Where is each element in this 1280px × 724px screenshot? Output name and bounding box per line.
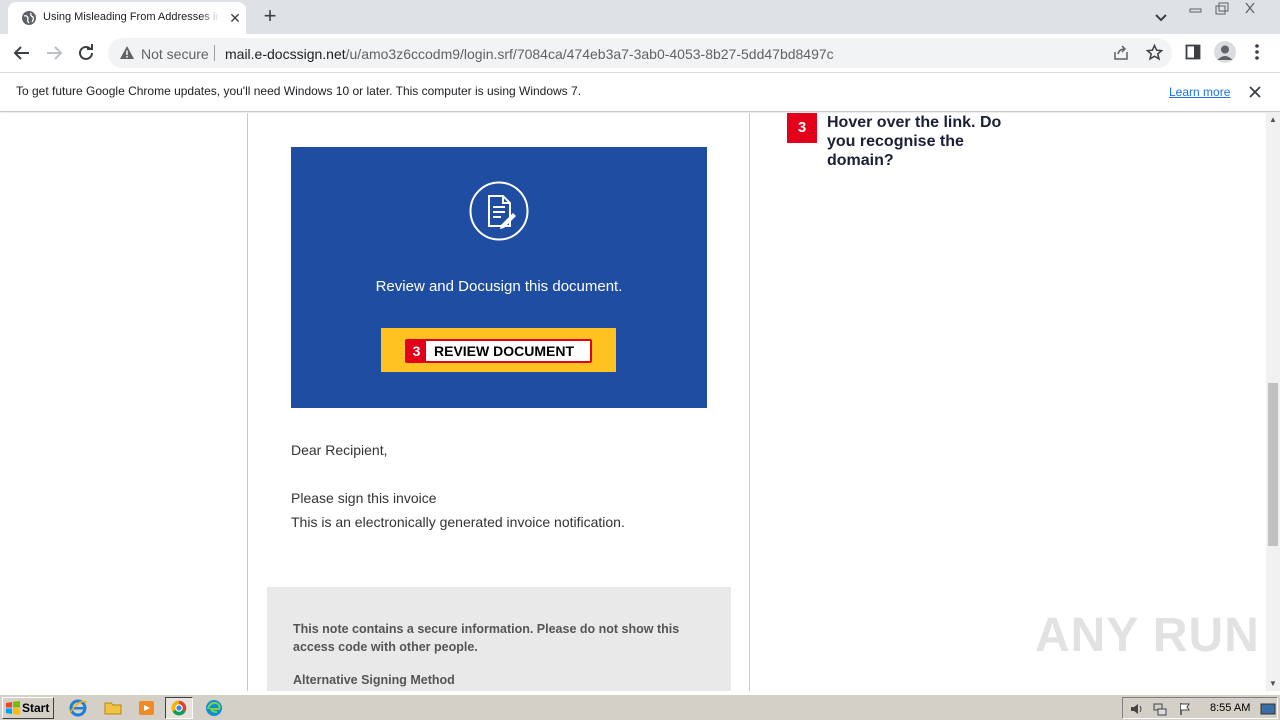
- system-tray: 8:55 AM: [1122, 697, 1278, 719]
- review-document-button[interactable]: 3 REVIEW DOCUMENT: [381, 328, 616, 372]
- chevron-down-icon[interactable]: [1152, 8, 1170, 26]
- browser-toolbar: Not secure mail.e-docssign.net/u/amo3z6c…: [0, 34, 1280, 72]
- show-desktop-icon[interactable]: [1260, 701, 1276, 717]
- close-icon[interactable]: [1248, 85, 1262, 99]
- start-label: Start: [22, 701, 50, 715]
- clock: 8:55 AM: [1210, 702, 1251, 714]
- body-line: This is an electronically generated invo…: [291, 514, 625, 530]
- start-button[interactable]: Start: [2, 697, 54, 719]
- scroll-down-arrow-icon[interactable]: ▼: [1266, 677, 1280, 691]
- page-scrollbar[interactable]: ▲ ▼: [1266, 113, 1280, 691]
- address-bar[interactable]: Not secure mail.e-docssign.net/u/amo3z6c…: [108, 38, 1172, 68]
- greeting-text: Dear Recipient,: [291, 442, 388, 458]
- bookmark-star-icon[interactable]: [1146, 44, 1163, 61]
- minimize-icon[interactable]: [1182, 1, 1210, 17]
- page-viewport: Review and Docusign this document. 3 REV…: [0, 113, 1266, 691]
- step-badge: 3: [407, 341, 426, 361]
- file-explorer-icon[interactable]: [99, 697, 127, 719]
- kebab-menu-icon[interactable]: [1250, 42, 1264, 62]
- tab-title: Using Misleading From Addresses in P: [43, 11, 219, 23]
- security-note-box: This note contains a secure information.…: [267, 587, 731, 691]
- review-highlight-box: 3 REVIEW DOCUMENT: [405, 339, 592, 363]
- infobar-message: To get future Google Chrome updates, you…: [16, 84, 582, 98]
- chrome-icon[interactable]: [165, 697, 193, 719]
- flag-icon[interactable]: [1177, 701, 1193, 717]
- tip-text: Hover over the link. Do you recognise th…: [827, 114, 1002, 169]
- network-icon[interactable]: [1152, 701, 1168, 717]
- speaker-icon[interactable]: [1129, 701, 1145, 717]
- close-window-icon[interactable]: [1236, 1, 1264, 17]
- url-path: /u/amo3z6ccodm9/login.srf/7084ca/474eb3a…: [345, 46, 834, 62]
- edge-icon[interactable]: [200, 697, 228, 719]
- url-host: mail.e-docssign.net: [225, 46, 346, 62]
- learn-more-link[interactable]: Learn more: [1169, 85, 1230, 99]
- internet-explorer-icon[interactable]: [64, 697, 92, 719]
- globe-icon: [22, 11, 36, 25]
- scroll-thumb[interactable]: [1268, 383, 1278, 546]
- browser-tab[interactable]: Using Misleading From Addresses in P ✕: [8, 2, 246, 34]
- update-infobar: To get future Google Chrome updates, you…: [0, 72, 1280, 112]
- body-line: Please sign this invoice: [291, 490, 437, 506]
- alternative-signing-heading: Alternative Signing Method: [293, 673, 455, 687]
- restore-icon[interactable]: [1208, 1, 1236, 17]
- profile-avatar-icon[interactable]: [1214, 41, 1236, 63]
- media-player-icon[interactable]: [133, 697, 161, 719]
- windows-taskbar: Start 8:55 AM: [0, 694, 1280, 720]
- side-panel-icon[interactable]: [1185, 44, 1201, 60]
- back-arrow-icon[interactable]: [10, 41, 34, 65]
- share-icon[interactable]: [1113, 45, 1129, 61]
- scroll-up-arrow-icon[interactable]: ▲: [1266, 113, 1280, 127]
- warning-icon[interactable]: [119, 45, 135, 61]
- anyrun-watermark: ANY RUN: [1035, 609, 1260, 662]
- tab-strip: Using Misleading From Addresses in P ✕ +: [0, 0, 1280, 34]
- windows-logo-icon: [6, 701, 20, 715]
- banner-text: Review and Docusign this document.: [375, 278, 623, 295]
- close-tab-icon[interactable]: ✕: [227, 10, 243, 26]
- forward-arrow-icon[interactable]: [42, 41, 66, 65]
- note-text: This note contains a secure information.…: [293, 622, 680, 654]
- tip-step-badge: 3: [787, 113, 817, 143]
- url-text[interactable]: mail.e-docssign.net/u/amo3z6ccodm9/login…: [225, 46, 834, 62]
- document-sign-icon: [469, 181, 529, 241]
- new-tab-button[interactable]: +: [258, 5, 282, 29]
- divider: [214, 45, 215, 61]
- email-body: Review and Docusign this document. 3 REV…: [247, 113, 750, 691]
- reload-icon[interactable]: [74, 41, 98, 65]
- review-document-label: REVIEW DOCUMENT: [434, 343, 574, 359]
- docusign-banner: Review and Docusign this document. 3 REV…: [291, 147, 707, 408]
- security-status[interactable]: Not secure: [141, 46, 209, 62]
